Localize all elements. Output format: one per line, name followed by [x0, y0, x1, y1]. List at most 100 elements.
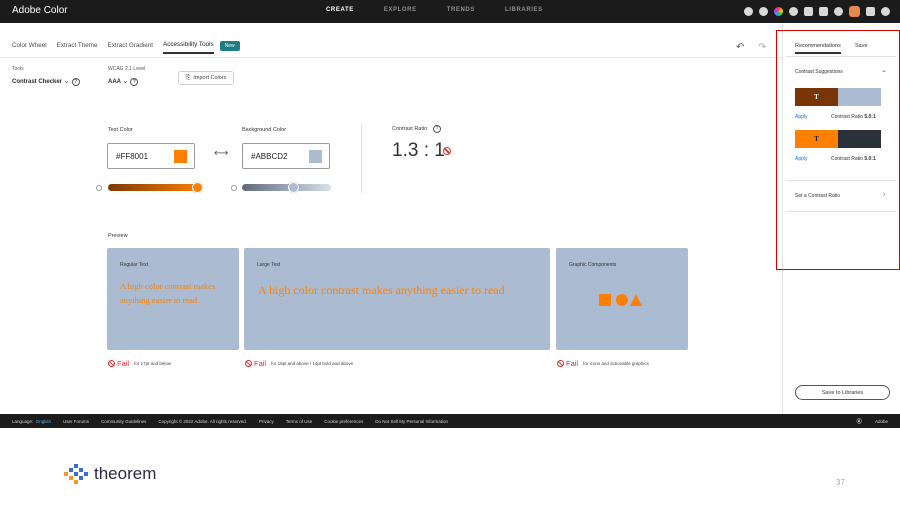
contrast-ratio-value: 1.3 : 1 — [392, 140, 445, 161]
background-color-slider[interactable] — [242, 184, 331, 191]
footer-link[interactable]: Do Not Sell My Personal Information — [375, 419, 448, 424]
settings-icon[interactable] — [744, 7, 753, 16]
tools-label: Tools — [12, 66, 24, 72]
contrast-ratio-label: Contrast Ratio — [392, 126, 428, 132]
import-colors-label: Import Colors — [193, 75, 227, 81]
footer-link[interactable]: Cookie preferences — [324, 419, 363, 424]
nav-explore[interactable]: EXPLORE — [384, 7, 417, 13]
fail-icon — [245, 360, 252, 367]
text-color-slider[interactable] — [108, 184, 202, 191]
help-icon[interactable]: ? — [130, 78, 139, 86]
tools-value: Contrast Checker — [12, 79, 63, 85]
notifications-icon[interactable] — [834, 7, 843, 16]
language-link[interactable]: English — [36, 419, 51, 424]
footer-link[interactable]: Community Guidelines — [101, 419, 146, 424]
adobe-mark-icon: Ⓐ — [856, 419, 862, 425]
nav-libraries[interactable]: LIBRARIES — [505, 7, 543, 13]
brightness-icon — [96, 185, 102, 191]
regular-text-result: Fail for 17pt and below — [108, 359, 171, 368]
language-label: Language: — [12, 418, 34, 424]
tools-dropdown[interactable]: Contrast Checker ⌄ ? — [12, 77, 80, 86]
save-to-libraries-button[interactable]: Save to Libraries — [795, 385, 890, 400]
card-label: Large Text — [257, 262, 281, 268]
apps-grid-icon[interactable] — [866, 7, 875, 16]
nav-trends[interactable]: TRENDS — [447, 7, 475, 13]
tab-accessibility-tools[interactable]: Accessibility Tools — [163, 41, 214, 54]
new-badge: New — [219, 40, 240, 51]
footer: Language: English User Forums Community … — [0, 414, 900, 428]
text-color-label: Text Color — [108, 127, 133, 133]
feedback-icon[interactable] — [804, 7, 813, 16]
wcag-value: AAA — [108, 79, 121, 85]
card-label: Graphic Components — [569, 262, 617, 268]
undo-icon[interactable]: ↶ — [736, 42, 744, 53]
help-icon[interactable] — [789, 7, 798, 16]
text-color-swatch[interactable] — [174, 150, 187, 163]
wcag-label: WCAG 2.1 Level — [108, 66, 146, 72]
top-bar: Adobe Color CREATE EXPLORE TRENDS LIBRAR… — [0, 0, 900, 23]
page-number: 37 — [836, 478, 845, 487]
wcag-dropdown[interactable]: AAA ⌄ ? — [108, 77, 139, 86]
chevron-down-icon: ⌄ — [122, 78, 131, 85]
fail-label: Fail — [117, 359, 130, 368]
import-colors-button[interactable]: ⎘ Import Colors — [178, 71, 234, 85]
top-nav: CREATE EXPLORE TRENDS LIBRARIES — [326, 7, 573, 13]
fail-label: Fail — [566, 359, 579, 368]
background-color-slider-handle[interactable] — [288, 182, 299, 193]
tab-color-wheel[interactable]: Color Wheel — [12, 42, 47, 53]
theorem-wordmark: theorem — [94, 464, 157, 483]
avatar[interactable] — [849, 6, 860, 17]
large-text-sample: A high color contrast makes anything eas… — [258, 283, 505, 297]
help-icon[interactable]: ? — [71, 78, 80, 86]
color-wheel-icon[interactable] — [774, 7, 783, 16]
mode-tabs: Color Wheel Extract Theme Extract Gradie… — [12, 40, 240, 54]
theorem-logo-icon — [64, 464, 88, 484]
large-text-result: Fail for 18pt and above / 14pt bold and … — [245, 359, 353, 368]
tab-extract-gradient[interactable]: Extract Gradient — [108, 42, 154, 53]
preview-label: Preview — [108, 233, 128, 239]
top-icons — [744, 6, 890, 17]
footer-link[interactable]: Privacy — [259, 419, 274, 424]
adobe-label: Adobe — [874, 419, 888, 424]
fail-note: for 17pt and below — [134, 361, 172, 366]
background-color-field[interactable]: #ABBCD2 — [242, 143, 330, 169]
fail-note: for icons and actionable graphics — [583, 361, 649, 366]
chevron-down-icon: ⌄ — [63, 78, 72, 85]
copyright: Copyright © 2022 Adobe. All rights reser… — [158, 418, 247, 424]
tab-extract-theme[interactable]: Extract Theme — [57, 42, 98, 53]
fail-icon — [443, 147, 451, 155]
nav-create[interactable]: CREATE — [326, 7, 354, 13]
fail-icon — [557, 360, 564, 367]
preview-card-regular-text: Regular Text A high color contrast makes… — [107, 248, 239, 350]
footer-link[interactable]: User Forums — [63, 419, 89, 424]
import-icon: ⎘ — [185, 74, 191, 81]
shapes-icon — [599, 294, 642, 306]
adobe-logo[interactable]: Ⓐ Adobe — [857, 418, 888, 425]
card-label: Regular Text — [120, 262, 148, 268]
theme-toggle-icon[interactable] — [759, 7, 768, 16]
brightness-icon — [231, 185, 237, 191]
graphic-components-result: Fail for icons and actionable graphics — [557, 359, 649, 368]
tabs-divider — [0, 57, 782, 58]
background-color-hex[interactable]: #ABBCD2 — [251, 152, 287, 161]
fail-note: for 18pt and above / 14pt bold and above — [271, 361, 354, 366]
text-color-slider-handle[interactable] — [192, 182, 203, 193]
regular-text-sample: A high color contrast makes anything eas… — [120, 281, 216, 305]
fail-label: Fail — [254, 359, 267, 368]
creative-cloud-icon[interactable] — [881, 7, 890, 16]
text-color-hex[interactable]: #FF8001 — [116, 152, 148, 161]
theorem-logo: theorem — [64, 464, 156, 484]
highlight-box — [776, 30, 900, 270]
background-color-swatch[interactable] — [309, 150, 322, 163]
fail-icon — [108, 360, 115, 367]
text-color-field[interactable]: #FF8001 — [107, 143, 195, 169]
app-title[interactable]: Adobe Color — [12, 5, 68, 16]
footer-link[interactable]: Terms of Use — [286, 419, 313, 424]
libraries-icon[interactable] — [819, 7, 828, 16]
help-icon[interactable]: ? — [433, 125, 441, 133]
swap-colors-icon[interactable]: ⟷ — [214, 148, 228, 159]
divider — [361, 124, 362, 193]
redo-icon[interactable]: ↷ — [758, 42, 766, 53]
background-color-label: Background Color — [242, 127, 287, 133]
preview-card-large-text: Large Text A high color contrast makes a… — [244, 248, 550, 350]
